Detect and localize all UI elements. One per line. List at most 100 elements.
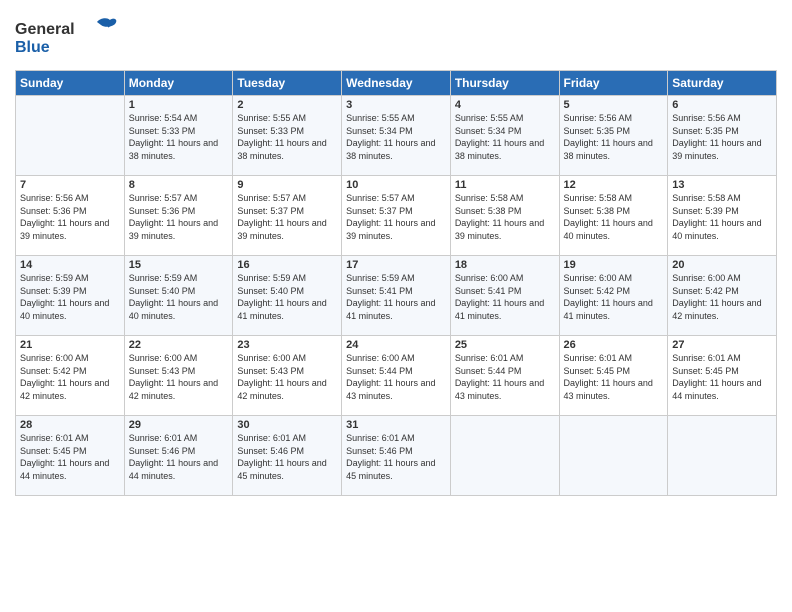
day-number: 22 [129,339,229,351]
day-details: Sunrise: 6:00 AMSunset: 5:44 PMDaylight:… [346,352,446,402]
day-number: 31 [346,419,446,431]
day-details: Sunrise: 6:00 AMSunset: 5:43 PMDaylight:… [237,352,337,402]
day-details: Sunrise: 5:54 AMSunset: 5:33 PMDaylight:… [129,112,229,162]
day-number: 25 [455,339,555,351]
day-number: 7 [20,179,120,191]
calendar-day-cell: 5Sunrise: 5:56 AMSunset: 5:35 PMDaylight… [559,96,668,176]
calendar-day-cell: 15Sunrise: 5:59 AMSunset: 5:40 PMDayligh… [124,256,233,336]
day-details: Sunrise: 5:59 AMSunset: 5:40 PMDaylight:… [237,272,337,322]
day-details: Sunrise: 6:00 AMSunset: 5:42 PMDaylight:… [20,352,120,402]
calendar-header-cell: Thursday [450,71,559,96]
day-details: Sunrise: 6:01 AMSunset: 5:44 PMDaylight:… [455,352,555,402]
day-number: 1 [129,99,229,111]
calendar-day-cell: 11Sunrise: 5:58 AMSunset: 5:38 PMDayligh… [450,176,559,256]
day-number: 26 [564,339,664,351]
calendar-day-cell: 2Sunrise: 5:55 AMSunset: 5:33 PMDaylight… [233,96,342,176]
day-details: Sunrise: 5:59 AMSunset: 5:41 PMDaylight:… [346,272,446,322]
day-number: 19 [564,259,664,271]
calendar-table: SundayMondayTuesdayWednesdayThursdayFrid… [15,70,777,496]
calendar-day-cell: 27Sunrise: 6:01 AMSunset: 5:45 PMDayligh… [668,336,777,416]
calendar-day-cell: 31Sunrise: 6:01 AMSunset: 5:46 PMDayligh… [342,416,451,496]
calendar-day-cell: 7Sunrise: 5:56 AMSunset: 5:36 PMDaylight… [16,176,125,256]
calendar-header-cell: Wednesday [342,71,451,96]
day-number: 18 [455,259,555,271]
calendar-day-cell: 18Sunrise: 6:00 AMSunset: 5:41 PMDayligh… [450,256,559,336]
day-number: 27 [672,339,772,351]
day-number: 28 [20,419,120,431]
calendar-day-cell: 13Sunrise: 5:58 AMSunset: 5:39 PMDayligh… [668,176,777,256]
day-details: Sunrise: 5:55 AMSunset: 5:33 PMDaylight:… [237,112,337,162]
calendar-day-cell [668,416,777,496]
day-number: 13 [672,179,772,191]
calendar-week-row: 21Sunrise: 6:00 AMSunset: 5:42 PMDayligh… [16,336,777,416]
calendar-day-cell: 8Sunrise: 5:57 AMSunset: 5:36 PMDaylight… [124,176,233,256]
day-details: Sunrise: 5:55 AMSunset: 5:34 PMDaylight:… [455,112,555,162]
day-details: Sunrise: 6:00 AMSunset: 5:42 PMDaylight:… [564,272,664,322]
svg-text:General: General [15,21,75,38]
day-details: Sunrise: 5:58 AMSunset: 5:39 PMDaylight:… [672,192,772,242]
calendar-header-cell: Tuesday [233,71,342,96]
svg-text:Blue: Blue [15,39,50,56]
day-details: Sunrise: 5:57 AMSunset: 5:37 PMDaylight:… [346,192,446,242]
day-number: 11 [455,179,555,191]
calendar-day-cell: 1Sunrise: 5:54 AMSunset: 5:33 PMDaylight… [124,96,233,176]
calendar-day-cell: 30Sunrise: 6:01 AMSunset: 5:46 PMDayligh… [233,416,342,496]
calendar-day-cell: 26Sunrise: 6:01 AMSunset: 5:45 PMDayligh… [559,336,668,416]
day-details: Sunrise: 5:59 AMSunset: 5:39 PMDaylight:… [20,272,120,322]
day-details: Sunrise: 5:56 AMSunset: 5:35 PMDaylight:… [672,112,772,162]
day-number: 24 [346,339,446,351]
calendar-week-row: 7Sunrise: 5:56 AMSunset: 5:36 PMDaylight… [16,176,777,256]
day-number: 12 [564,179,664,191]
day-details: Sunrise: 6:01 AMSunset: 5:46 PMDaylight:… [346,432,446,482]
day-number: 3 [346,99,446,111]
day-number: 8 [129,179,229,191]
calendar-week-row: 14Sunrise: 5:59 AMSunset: 5:39 PMDayligh… [16,256,777,336]
calendar-day-cell [450,416,559,496]
calendar-day-cell [559,416,668,496]
day-details: Sunrise: 5:59 AMSunset: 5:40 PMDaylight:… [129,272,229,322]
day-number: 16 [237,259,337,271]
calendar-day-cell: 25Sunrise: 6:01 AMSunset: 5:44 PMDayligh… [450,336,559,416]
calendar-day-cell: 21Sunrise: 6:00 AMSunset: 5:42 PMDayligh… [16,336,125,416]
day-number: 14 [20,259,120,271]
day-number: 4 [455,99,555,111]
day-details: Sunrise: 5:57 AMSunset: 5:37 PMDaylight:… [237,192,337,242]
day-number: 17 [346,259,446,271]
day-number: 20 [672,259,772,271]
calendar-header-row: SundayMondayTuesdayWednesdayThursdayFrid… [16,71,777,96]
calendar-header-cell: Friday [559,71,668,96]
calendar-day-cell: 14Sunrise: 5:59 AMSunset: 5:39 PMDayligh… [16,256,125,336]
day-details: Sunrise: 6:00 AMSunset: 5:42 PMDaylight:… [672,272,772,322]
day-details: Sunrise: 6:01 AMSunset: 5:46 PMDaylight:… [129,432,229,482]
calendar-container: General Blue SundayMondayTuesdayWednesda… [0,0,792,506]
calendar-day-cell: 4Sunrise: 5:55 AMSunset: 5:34 PMDaylight… [450,96,559,176]
day-details: Sunrise: 5:57 AMSunset: 5:36 PMDaylight:… [129,192,229,242]
logo: General Blue [15,14,125,64]
day-number: 30 [237,419,337,431]
day-number: 9 [237,179,337,191]
calendar-day-cell: 17Sunrise: 5:59 AMSunset: 5:41 PMDayligh… [342,256,451,336]
calendar-day-cell: 29Sunrise: 6:01 AMSunset: 5:46 PMDayligh… [124,416,233,496]
calendar-body: 1Sunrise: 5:54 AMSunset: 5:33 PMDaylight… [16,96,777,496]
calendar-day-cell: 3Sunrise: 5:55 AMSunset: 5:34 PMDaylight… [342,96,451,176]
day-details: Sunrise: 6:01 AMSunset: 5:45 PMDaylight:… [672,352,772,402]
calendar-day-cell: 19Sunrise: 6:00 AMSunset: 5:42 PMDayligh… [559,256,668,336]
calendar-header-cell: Monday [124,71,233,96]
calendar-day-cell: 12Sunrise: 5:58 AMSunset: 5:38 PMDayligh… [559,176,668,256]
calendar-day-cell [16,96,125,176]
logo-text: General Blue [15,14,125,64]
calendar-header-cell: Saturday [668,71,777,96]
calendar-day-cell: 6Sunrise: 5:56 AMSunset: 5:35 PMDaylight… [668,96,777,176]
day-number: 2 [237,99,337,111]
calendar-day-cell: 23Sunrise: 6:00 AMSunset: 5:43 PMDayligh… [233,336,342,416]
calendar-day-cell: 22Sunrise: 6:00 AMSunset: 5:43 PMDayligh… [124,336,233,416]
calendar-day-cell: 28Sunrise: 6:01 AMSunset: 5:45 PMDayligh… [16,416,125,496]
day-details: Sunrise: 5:56 AMSunset: 5:35 PMDaylight:… [564,112,664,162]
calendar-day-cell: 9Sunrise: 5:57 AMSunset: 5:37 PMDaylight… [233,176,342,256]
calendar-week-row: 28Sunrise: 6:01 AMSunset: 5:45 PMDayligh… [16,416,777,496]
calendar-day-cell: 24Sunrise: 6:00 AMSunset: 5:44 PMDayligh… [342,336,451,416]
day-number: 29 [129,419,229,431]
day-details: Sunrise: 6:00 AMSunset: 5:41 PMDaylight:… [455,272,555,322]
header-area: General Blue [15,10,777,64]
day-number: 6 [672,99,772,111]
